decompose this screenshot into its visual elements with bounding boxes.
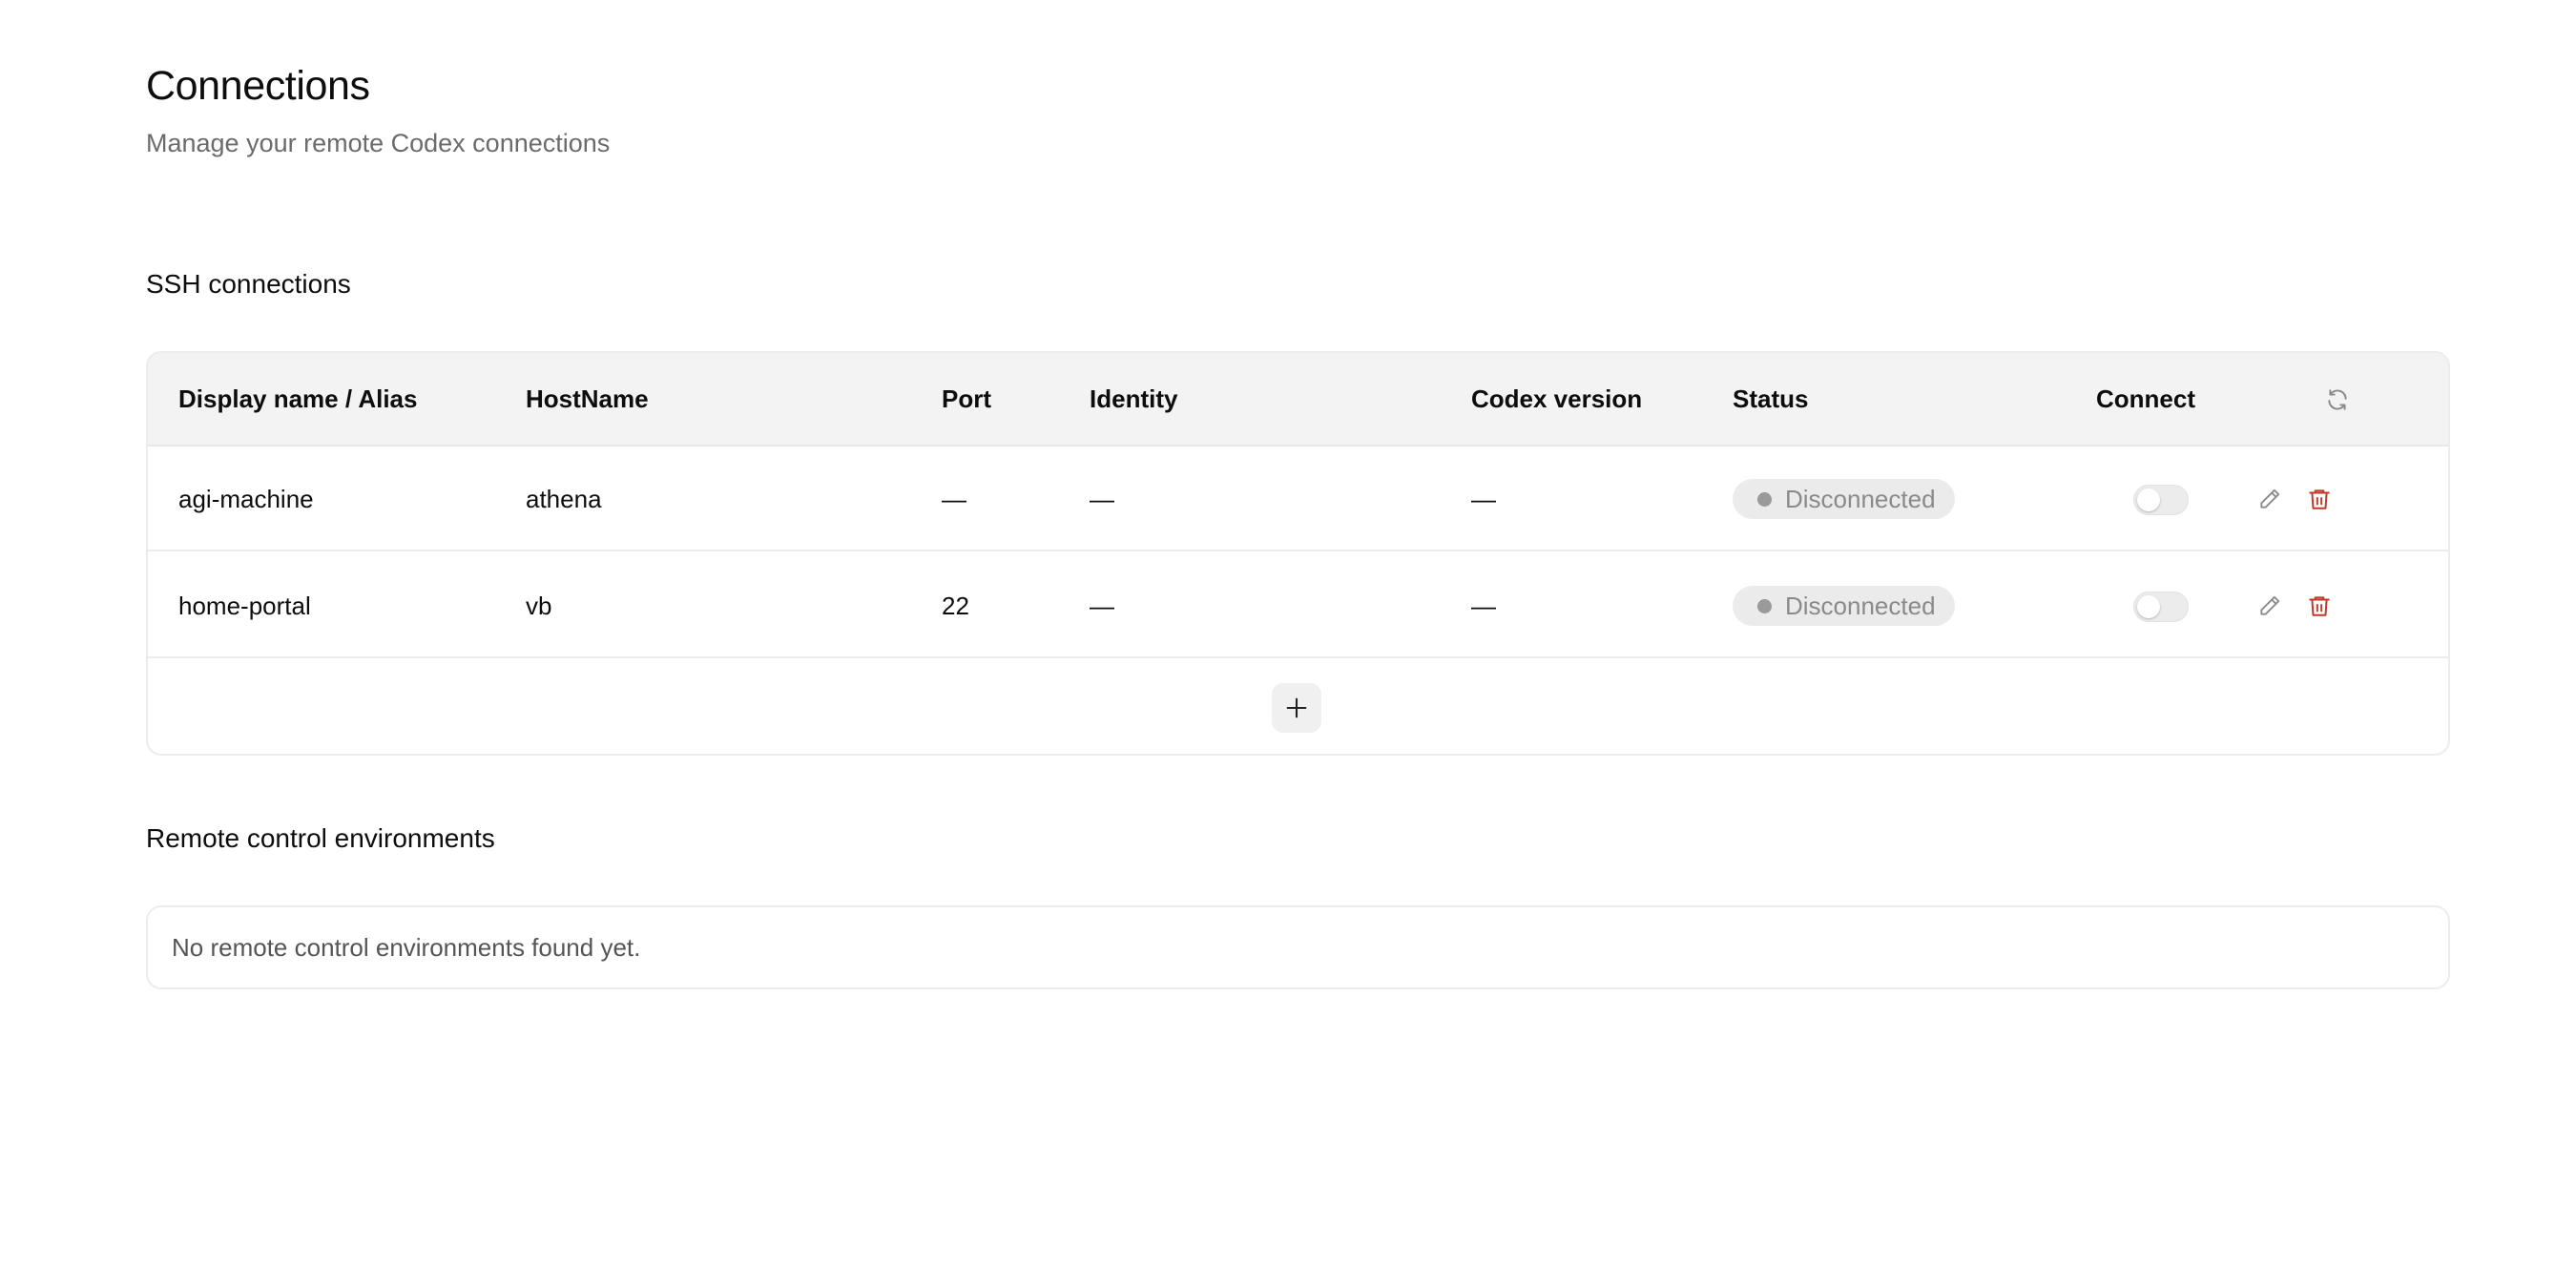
empty-state-message: No remote control environments found yet… — [172, 933, 641, 962]
table-row: agi-machine athena — — — Disconnected — [148, 447, 2448, 551]
add-connection-row — [148, 660, 2448, 754]
table-row: home-portal vb 22 — — Disconnected — [148, 553, 2448, 658]
status-badge: Disconnected — [1733, 586, 1955, 626]
cell-codex-version: — — [1471, 485, 1496, 513]
cell-name: agi-machine — [178, 485, 314, 513]
remote-environments-empty-card: No remote control environments found yet… — [146, 905, 2450, 989]
status-dot-icon — [1757, 598, 1772, 613]
column-header-codex-version: Codex version — [1471, 384, 1643, 413]
status-label: Disconnected — [1785, 484, 1936, 513]
connect-toggle[interactable] — [2133, 592, 2189, 622]
page-subtitle: Manage your remote Codex connections — [146, 129, 611, 157]
page-title: Connections — [146, 63, 370, 109]
ssh-section-title: SSH connections — [146, 269, 351, 299]
refresh-icon — [2328, 389, 2347, 410]
cell-codex-version: — — [1471, 592, 1496, 620]
cell-port: — — [942, 485, 966, 513]
edit-button[interactable] — [2254, 484, 2285, 514]
delete-button[interactable] — [2304, 591, 2335, 621]
trash-icon — [2309, 596, 2330, 616]
remote-section-title: Remote control environments — [146, 823, 495, 853]
plus-icon — [1286, 697, 1307, 718]
cell-name: home-portal — [178, 592, 311, 620]
status-dot-icon — [1757, 491, 1772, 507]
column-header-name: Display name / Alias — [178, 384, 418, 413]
column-header-status: Status — [1733, 384, 1809, 413]
refresh-button[interactable] — [2321, 384, 2354, 416]
pencil-icon — [2260, 595, 2280, 615]
cell-identity: — — [1090, 592, 1114, 620]
delete-button[interactable] — [2304, 484, 2335, 514]
pencil-icon — [2260, 488, 2280, 509]
trash-icon — [2309, 489, 2330, 509]
column-header-identity: Identity — [1090, 384, 1178, 413]
status-badge: Disconnected — [1733, 479, 1955, 519]
ssh-connections-table: Display name / Alias HostName Port Ident… — [146, 351, 2450, 756]
cell-port: 22 — [942, 592, 969, 620]
table-header: Display name / Alias HostName Port Ident… — [148, 353, 2448, 447]
column-header-port: Port — [942, 384, 991, 413]
edit-button[interactable] — [2254, 591, 2285, 621]
toggle-knob — [2137, 488, 2160, 511]
toggle-knob — [2137, 595, 2160, 618]
cell-identity: — — [1090, 485, 1114, 513]
column-header-hostname: HostName — [526, 384, 649, 413]
column-header-connect: Connect — [2096, 384, 2195, 413]
cell-hostname: athena — [526, 485, 602, 513]
cell-hostname: vb — [526, 592, 552, 620]
connect-toggle[interactable] — [2133, 485, 2189, 515]
status-label: Disconnected — [1785, 591, 1936, 620]
connections-page: Connections Manage your remote Codex con… — [0, 0, 2576, 1288]
add-connection-button[interactable] — [1272, 683, 1321, 733]
